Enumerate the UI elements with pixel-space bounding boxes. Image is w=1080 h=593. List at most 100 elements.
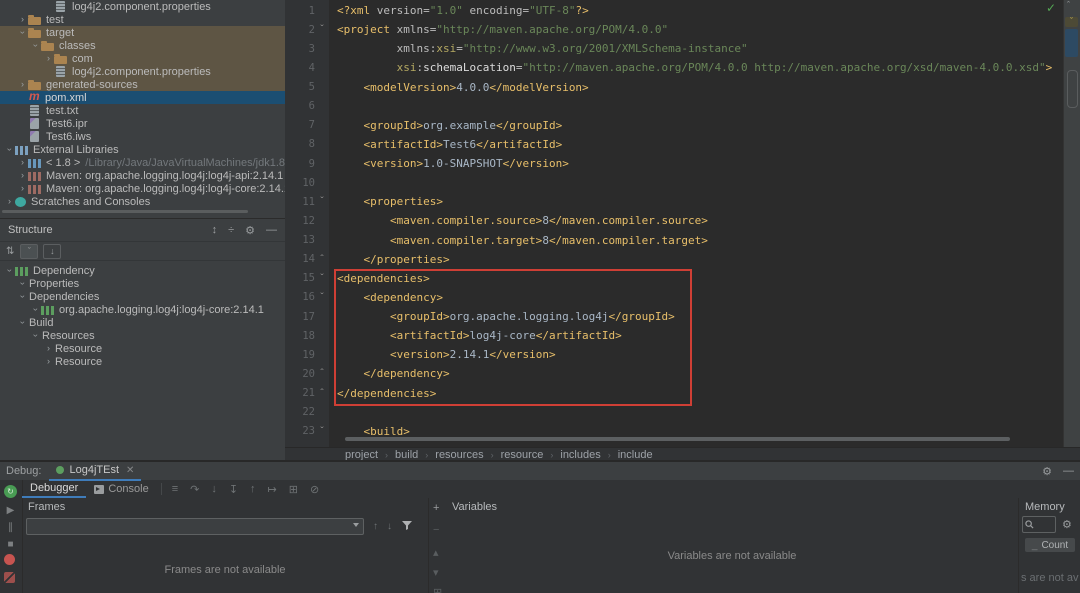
chevron-right-icon[interactable]: › [17, 183, 28, 194]
filter-icon[interactable] [401, 519, 413, 534]
breakpoint-icon[interactable] [4, 554, 15, 565]
remove-watch-icon[interactable]: − [433, 524, 439, 536]
code-line[interactable]: 21ˆ</dependencies> [285, 384, 1052, 403]
chevron-right-icon[interactable]: › [43, 356, 54, 367]
move-up-icon[interactable]: ▴ [433, 546, 439, 559]
tree-item-classes[interactable]: ›classes [0, 39, 285, 52]
step-out-icon[interactable]: ↑ [250, 483, 256, 495]
settings-icon[interactable]: ⚙ [245, 224, 255, 237]
stripe-scrollbar[interactable] [1067, 70, 1078, 108]
memory-search-input[interactable] [1022, 516, 1056, 533]
chevron-down-icon[interactable]: › [17, 27, 28, 38]
chevron-down-icon[interactable]: › [17, 317, 28, 328]
code-area[interactable]: 1<?xml version="1.0" encoding="UTF-8"?> 2… [285, 1, 1052, 441]
step-into-icon[interactable]: ↓ [211, 483, 217, 495]
tree-item-maven-org-apache-logging-log4j-l[interactable]: ›Maven: org.apache.logging.log4j:log4j-a… [0, 169, 285, 182]
move-down-icon[interactable]: ▾ [433, 566, 439, 579]
tree-item-test[interactable]: ›test [0, 13, 285, 26]
chevron-right-icon[interactable]: › [43, 343, 54, 354]
fold-marker-icon[interactable]: ˆ [315, 254, 329, 265]
chevron-right-icon[interactable]: › [17, 79, 28, 90]
inspection-ok-icon[interactable]: ✓ [1046, 1, 1056, 15]
tab-console[interactable]: Console [86, 480, 156, 498]
tree-item-log4j2-component-properties[interactable]: log4j2.component.properties [0, 65, 285, 78]
tree-item-pom-xml[interactable]: pom.xml [0, 91, 285, 104]
frame-down-icon[interactable]: ↓ [387, 521, 392, 532]
tree-item-org-apache-logging-log4j-log4j-c[interactable]: ›org.apache.logging.log4j:log4j-core:2.1… [0, 303, 285, 316]
chevron-down-icon[interactable]: › [4, 265, 15, 276]
fold-marker-icon[interactable]: ˆ [315, 368, 329, 379]
stop-icon[interactable]: ■ [4, 538, 17, 551]
add-watch-icon[interactable]: + [433, 502, 439, 514]
chevron-down-icon[interactable]: › [30, 40, 41, 51]
code-line[interactable]: 17 <groupId>org.apache.logging.log4j</gr… [285, 307, 1052, 326]
fold-marker-icon[interactable]: ˇ [315, 292, 329, 303]
chevron-down-icon[interactable]: › [30, 304, 41, 315]
code-line[interactable]: 13 <maven.compiler.target>8</maven.compi… [285, 231, 1052, 250]
resume-icon[interactable]: ▶ [4, 504, 17, 517]
tree-item-scratches-and-consoles[interactable]: ›Scratches and Consoles [0, 195, 285, 208]
tree-item-resource[interactable]: ›Resource [0, 355, 285, 368]
editor-hscrollbar[interactable] [345, 437, 1010, 441]
memory-settings-icon[interactable]: ⚙ [1062, 518, 1072, 531]
hide-panel-icon[interactable]: — [266, 224, 277, 236]
code-line[interactable]: 15ˇ<dependencies> [285, 269, 1052, 288]
tree-item-properties[interactable]: ›Properties [0, 277, 285, 290]
chevron-down-icon[interactable]: › [17, 278, 28, 289]
memory-count-button[interactable]: _ Count [1025, 538, 1075, 552]
tree-item-dependency[interactable]: ›Dependency [0, 264, 285, 277]
chevron-right-icon[interactable]: › [17, 157, 28, 168]
duplicate-icon[interactable]: ⊞ [433, 586, 442, 593]
thread-selector-dropdown[interactable] [26, 518, 364, 535]
code-line[interactable]: 18 <artifactId>log4j-core</artifactId> [285, 326, 1052, 345]
tree-item-1-8[interactable]: ›< 1.8 >/Library/Java/JavaVirtualMachine… [0, 156, 285, 169]
mute-breakpoints-icon[interactable] [4, 572, 15, 583]
chevron-down-icon[interactable]: › [4, 144, 15, 155]
mute-breakpoints-icon[interactable]: ⊘ [310, 483, 319, 496]
tree-item-generated-sources[interactable]: ›generated-sources [0, 78, 285, 91]
tree-item-resource[interactable]: ›Resource [0, 342, 285, 355]
editor[interactable]: 1<?xml version="1.0" encoding="UTF-8"?> 2… [285, 0, 1080, 447]
collapse-all-icon[interactable]: ÷ [228, 224, 234, 236]
tree-item-log4j2-component-properties[interactable]: log4j2.component.properties [0, 0, 285, 13]
force-step-into-icon[interactable]: ↧ [229, 483, 238, 496]
code-line[interactable]: 20ˆ </dependency> [285, 364, 1052, 383]
code-line[interactable]: 4 xsi:schemaLocation="http://maven.apach… [285, 58, 1052, 77]
code-line[interactable]: 5 <modelVersion>4.0.0</modelVersion> [285, 78, 1052, 97]
code-line[interactable]: 11ˇ <properties> [285, 192, 1052, 211]
pause-icon[interactable]: ∥ [4, 521, 17, 534]
step-over-icon[interactable]: ↷ [190, 483, 199, 496]
stripe-chevron-icon[interactable]: ˇ [1065, 17, 1078, 27]
fold-marker-icon[interactable]: ˇ [315, 273, 329, 284]
code-line[interactable]: 3 xmlns:xsi="http://www.w3.org/2001/XMLS… [285, 39, 1052, 58]
tree-item-external-libraries[interactable]: ›External Libraries [0, 143, 285, 156]
frame-up-icon[interactable]: ↑ [373, 521, 378, 532]
code-line[interactable]: 12 <maven.compiler.source>8</maven.compi… [285, 211, 1052, 230]
group-attributes-icon[interactable]: ↓ [43, 244, 61, 259]
code-line[interactable]: 8 <artifactId>Test6</artifactId> [285, 135, 1052, 154]
code-line[interactable]: 1<?xml version="1.0" encoding="UTF-8"?> [285, 1, 1052, 20]
editor-error-stripe[interactable]: ˆ ˇ [1063, 0, 1080, 447]
fold-marker-icon[interactable]: ˆ [315, 388, 329, 399]
tree-item-test-txt[interactable]: test.txt [0, 104, 285, 117]
tree-item-dependencies[interactable]: ›Dependencies [0, 290, 285, 303]
tree-item-resources[interactable]: ›Resources [0, 329, 285, 342]
chevron-down-icon[interactable]: › [30, 330, 41, 341]
chevron-right-icon[interactable]: › [4, 196, 15, 207]
debug-session-tab[interactable]: Log4jTEst ✕ [49, 461, 141, 481]
project-tree-hscrollbar[interactable] [2, 210, 248, 213]
tree-item-target[interactable]: ›target [0, 26, 285, 39]
chevron-right-icon[interactable]: › [17, 170, 28, 181]
expand-all-icon[interactable]: ↕ [212, 224, 218, 236]
tree-item-maven-org-apache-logging-log4j-l[interactable]: ›Maven: org.apache.logging.log4j:log4j-c… [0, 182, 285, 195]
tab-debugger[interactable]: Debugger [22, 480, 86, 498]
stripe-collapse-icon[interactable]: ˆ [1067, 0, 1070, 10]
code-line[interactable]: 19 <version>2.14.1</version> [285, 345, 1052, 364]
tree-item-com[interactable]: ›com [0, 52, 285, 65]
fold-marker-icon[interactable]: ˇ [315, 24, 329, 35]
fold-marker-icon[interactable]: ˇ [315, 426, 329, 437]
chevron-right-icon[interactable]: › [17, 14, 28, 25]
sort-icon[interactable]: ⇅ [6, 246, 14, 257]
group-tags-icon[interactable]: ˇ [20, 244, 38, 259]
stripe-scroll-thumb[interactable] [1065, 29, 1078, 57]
